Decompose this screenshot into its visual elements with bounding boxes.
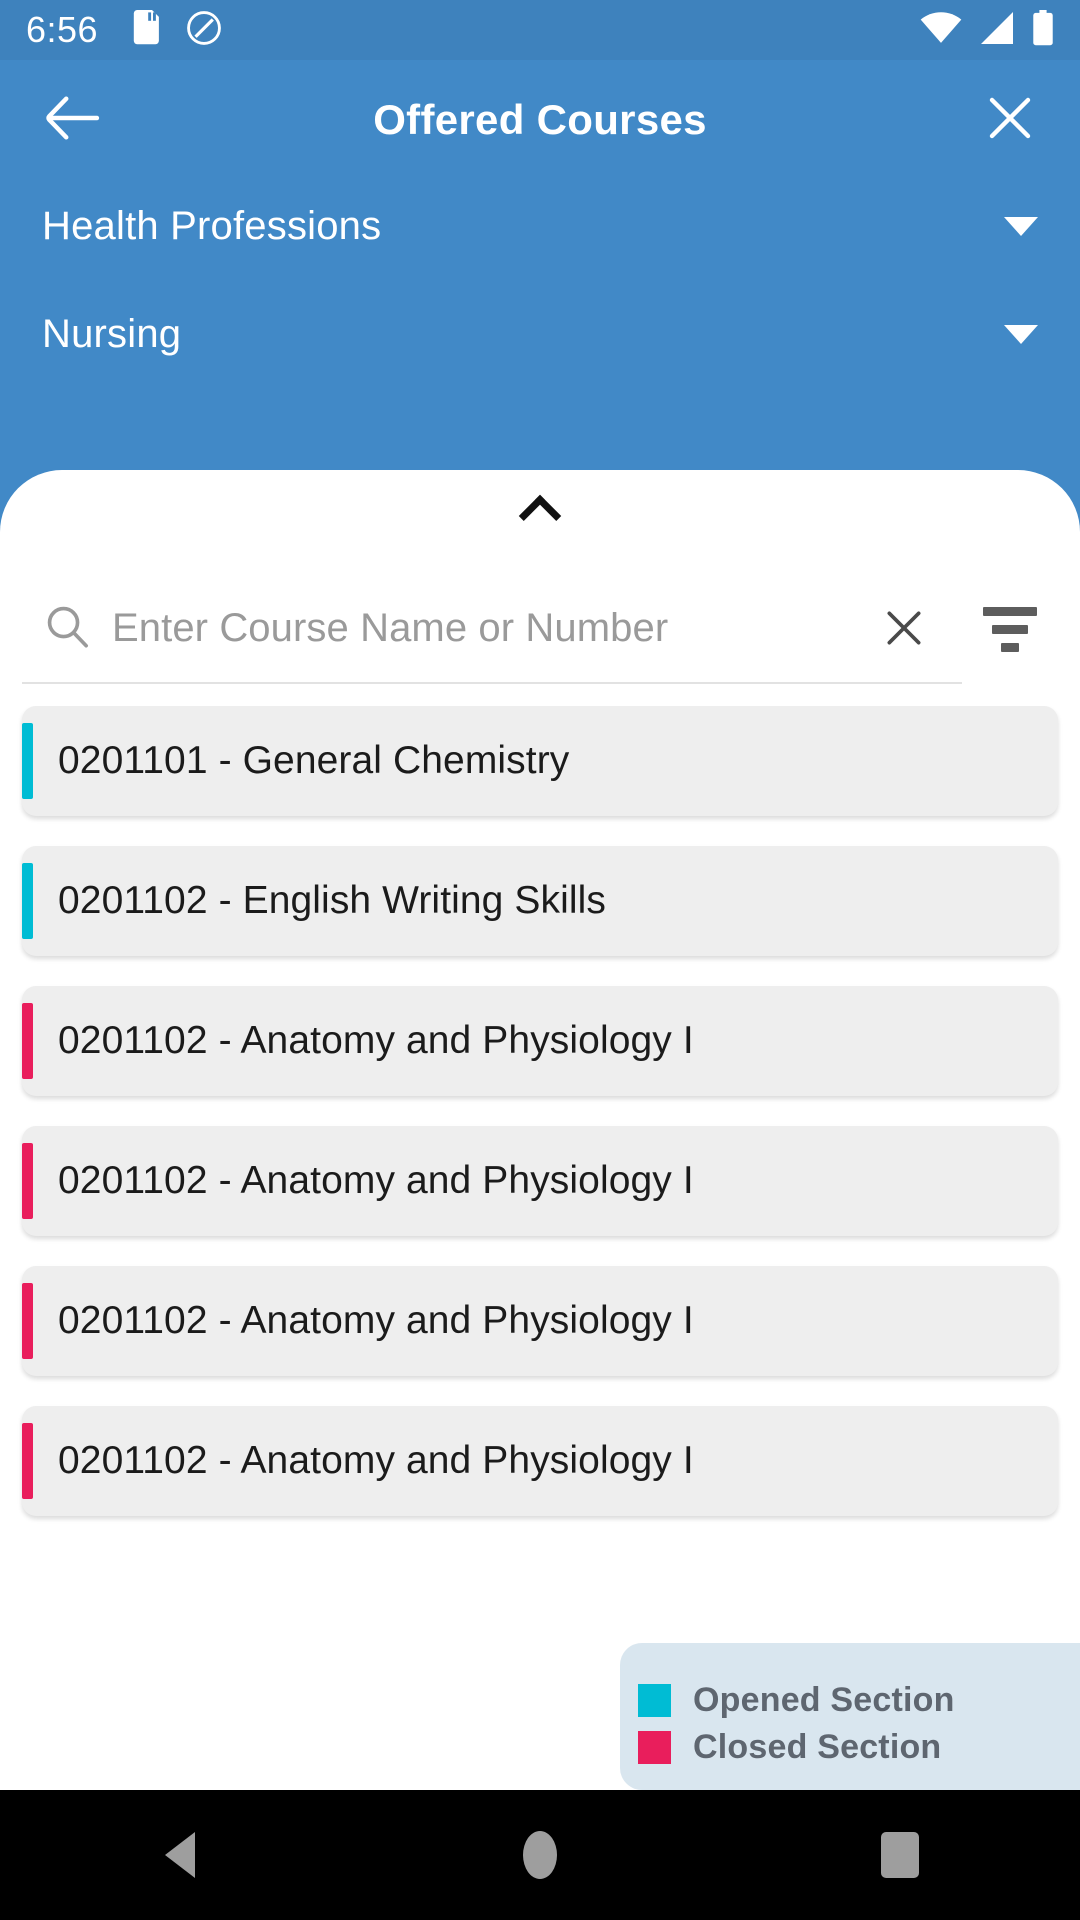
legend-item: Opened Section xyxy=(638,1681,1080,1720)
nav-recents-icon xyxy=(881,1832,919,1878)
course-status-accent xyxy=(22,1423,33,1499)
nav-recents-button[interactable] xyxy=(810,1790,990,1920)
course-title: 0201102 - Anatomy and Physiology I xyxy=(58,1019,694,1062)
cellular-signal-icon xyxy=(978,11,1016,49)
app-screen: 6:56 Offered Courses Health Professions … xyxy=(0,0,1080,1920)
status-bar-clock: 6:56 xyxy=(26,9,99,50)
app-bar: Offered Courses xyxy=(0,60,1080,180)
status-bar-left-icons xyxy=(132,9,222,51)
nav-back-button[interactable] xyxy=(90,1790,270,1920)
search-icon xyxy=(44,603,90,654)
status-bar-right-icons xyxy=(920,9,1054,51)
back-button[interactable] xyxy=(46,95,100,145)
arrow-left-icon xyxy=(46,95,100,145)
course-card[interactable]: 0201101 - General Chemistry xyxy=(22,706,1058,816)
course-card[interactable]: 0201102 - Anatomy and Physiology I xyxy=(22,1266,1058,1376)
legend-label: Opened Section xyxy=(693,1680,955,1719)
do-not-disturb-icon xyxy=(186,10,222,51)
close-icon xyxy=(986,94,1034,147)
course-card[interactable]: 0201102 - Anatomy and Physiology I xyxy=(22,1406,1058,1516)
nav-back-icon xyxy=(165,1832,195,1878)
chevron-up-icon xyxy=(518,494,562,538)
course-sheet: 0201101 - General Chemistry 0201102 - Eng… xyxy=(0,470,1080,1790)
course-title: 0201101 - General Chemistry xyxy=(58,739,570,782)
course-list[interactable]: 0201101 - General Chemistry 0201102 - Eng… xyxy=(0,706,1080,1766)
search-field[interactable] xyxy=(22,574,962,684)
nav-home-icon xyxy=(523,1831,557,1879)
course-status-accent xyxy=(22,723,33,799)
course-title: 0201102 - Anatomy and Physiology I xyxy=(58,1439,694,1482)
department-dropdown-label: Nursing xyxy=(42,311,182,356)
filter-icon-bar-1 xyxy=(983,606,1037,616)
department-dropdown[interactable]: Nursing xyxy=(0,298,1080,370)
sd-card-icon xyxy=(132,9,162,51)
filter-button[interactable] xyxy=(962,574,1058,684)
legend-color-swatch xyxy=(638,1683,671,1717)
chevron-down-icon xyxy=(1004,216,1038,236)
search-row xyxy=(22,574,1058,684)
course-status-accent xyxy=(22,863,33,939)
legend-overlay: Opened Section Closed Section xyxy=(620,1643,1080,1790)
course-title: 0201102 - Anatomy and Physiology I xyxy=(58,1299,694,1342)
clear-search-button[interactable] xyxy=(882,606,926,650)
status-bar: 6:56 xyxy=(0,0,1080,60)
sheet-collapse-handle[interactable] xyxy=(0,470,1080,552)
course-title: 0201102 - Anatomy and Physiology I xyxy=(58,1159,694,1202)
course-card[interactable]: 0201102 - Anatomy and Physiology I xyxy=(22,1126,1058,1236)
course-card[interactable]: 0201102 - Anatomy and Physiology I xyxy=(22,986,1058,1096)
legend-color-swatch xyxy=(638,1730,671,1764)
course-card[interactable]: 0201102 - English Writing Skills xyxy=(22,846,1058,956)
course-title: 0201102 - English Writing Skills xyxy=(58,879,607,922)
wifi-icon xyxy=(920,11,962,49)
college-dropdown[interactable]: Health Professions xyxy=(0,190,1080,262)
close-button[interactable] xyxy=(986,94,1034,147)
nav-home-button[interactable] xyxy=(450,1790,630,1920)
course-status-accent xyxy=(22,1143,33,1219)
legend-label: Closed Section xyxy=(693,1727,942,1766)
search-input[interactable] xyxy=(112,605,882,651)
college-dropdown-label: Health Professions xyxy=(42,203,382,248)
android-nav-bar xyxy=(0,1790,1080,1920)
chevron-down-icon xyxy=(1004,324,1038,344)
page-title: Offered Courses xyxy=(373,96,707,143)
filter-icon-bar-3 xyxy=(1001,642,1019,652)
course-status-accent xyxy=(22,1283,33,1359)
filter-icon-bar-2 xyxy=(992,624,1028,634)
battery-icon xyxy=(1032,9,1054,51)
course-status-accent xyxy=(22,1003,33,1079)
legend-item: Closed Section xyxy=(638,1728,1080,1767)
